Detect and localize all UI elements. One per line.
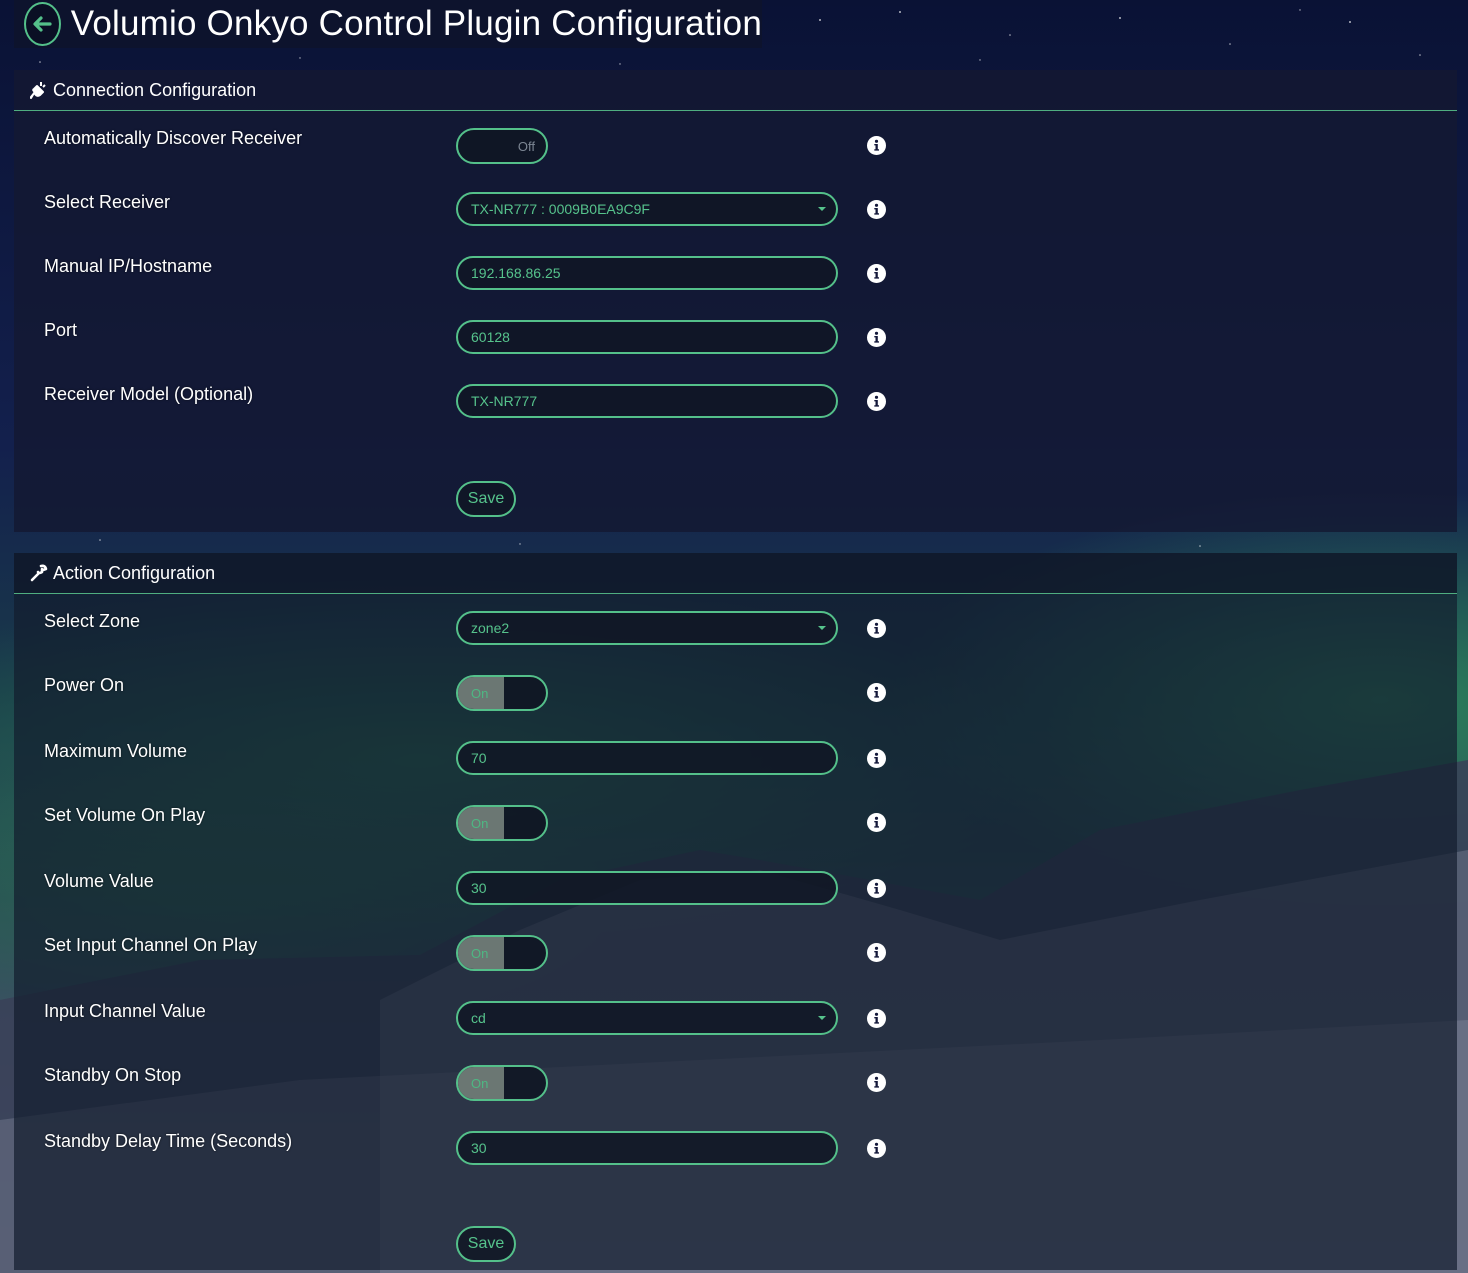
info-icon[interactable]	[867, 813, 886, 832]
set-input-row: Set Input Channel On Play On	[14, 935, 1457, 975]
input-value-dropdown[interactable]: cd	[456, 1001, 838, 1035]
action-config-panel: Action Configuration Select Zone zone2 P…	[14, 553, 1457, 1270]
volume-value-row: Volume Value 30	[14, 871, 1457, 911]
port-row: Port 60128	[14, 320, 1457, 360]
info-icon[interactable]	[867, 943, 886, 962]
max-volume-label: Maximum Volume	[44, 741, 188, 761]
connection-save-button[interactable]: Save	[456, 481, 516, 517]
power-on-label: Power On	[44, 675, 125, 695]
max-volume-row: Maximum Volume 70	[14, 741, 1457, 781]
info-icon[interactable]	[867, 749, 886, 768]
auto-discover-row: Automatically Discover Receiver Off	[14, 128, 1457, 168]
manual-ip-label: Manual IP/Hostname	[44, 256, 213, 276]
toggle-off-text: Off	[517, 138, 535, 154]
receiver-model-label: Receiver Model (Optional)	[44, 384, 254, 404]
action-config-title: Action Configuration	[53, 562, 216, 583]
info-icon[interactable]	[867, 136, 886, 155]
max-volume-input[interactable]: 70	[456, 741, 838, 775]
auto-discover-toggle[interactable]: Off	[456, 128, 548, 164]
toggle-on-text: On	[458, 937, 504, 969]
action-save-button[interactable]: Save	[456, 1226, 516, 1262]
select-zone-dropdown[interactable]: zone2	[456, 611, 838, 645]
manual-ip-input[interactable]: 192.168.86.25	[456, 256, 838, 290]
connection-config-title: Connection Configuration	[53, 79, 257, 100]
set-volume-toggle[interactable]: On	[456, 805, 548, 841]
set-input-label: Set Input Channel On Play	[44, 935, 258, 955]
page-title: Volumio Onkyo Control Plugin Configurati…	[70, 4, 762, 43]
toggle-on-text: On	[458, 1067, 504, 1099]
set-input-toggle[interactable]: On	[456, 935, 548, 971]
info-icon[interactable]	[867, 200, 886, 219]
standby-delay-label: Standby Delay Time (Seconds)	[44, 1131, 293, 1151]
info-icon[interactable]	[867, 619, 886, 638]
info-icon[interactable]	[867, 879, 886, 898]
manual-ip-row: Manual IP/Hostname 192.168.86.25	[14, 256, 1457, 296]
input-value-value: cd	[471, 1010, 486, 1026]
volume-value-input[interactable]: 30	[456, 871, 838, 905]
caret-down-icon	[818, 1016, 826, 1020]
arrow-left-icon	[33, 16, 52, 32]
select-receiver-row: Select Receiver TX-NR777 : 0009B0EA9C9F	[14, 192, 1457, 232]
select-zone-value: zone2	[471, 620, 510, 636]
action-config-heading[interactable]: Action Configuration	[14, 553, 1457, 594]
standby-stop-toggle[interactable]: On	[456, 1065, 548, 1101]
select-zone-row: Select Zone zone2	[14, 611, 1457, 651]
select-receiver-dropdown[interactable]: TX-NR777 : 0009B0EA9C9F	[456, 192, 838, 226]
toggle-on-text: On	[458, 807, 504, 839]
wrench-icon	[30, 564, 48, 582]
connection-config-heading[interactable]: Connection Configuration	[14, 70, 1457, 111]
power-on-row: Power On On	[14, 675, 1457, 715]
page-header: Volumio Onkyo Control Plugin Configurati…	[14, 0, 762, 48]
back-button[interactable]	[24, 2, 61, 46]
volume-value-label: Volume Value	[44, 871, 154, 891]
toggle-on-text: On	[458, 677, 504, 709]
select-receiver-value: TX-NR777 : 0009B0EA9C9F	[471, 201, 650, 217]
standby-delay-input[interactable]: 30	[456, 1131, 838, 1165]
standby-stop-label: Standby On Stop	[44, 1065, 182, 1085]
standby-stop-row: Standby On Stop On	[14, 1065, 1457, 1105]
caret-down-icon	[818, 626, 826, 630]
info-icon[interactable]	[867, 1073, 886, 1092]
info-icon[interactable]	[867, 328, 886, 347]
receiver-model-input[interactable]: TX-NR777	[456, 384, 838, 418]
input-value-row: Input Channel Value cd	[14, 1001, 1457, 1041]
connection-config-panel: Connection Configuration Automatically D…	[14, 70, 1457, 532]
auto-discover-label: Automatically Discover Receiver	[44, 128, 303, 148]
caret-down-icon	[818, 207, 826, 211]
set-volume-label: Set Volume On Play	[44, 805, 206, 825]
info-icon[interactable]	[867, 683, 886, 702]
standby-delay-row: Standby Delay Time (Seconds) 30	[14, 1131, 1457, 1171]
info-icon[interactable]	[867, 1139, 886, 1158]
plug-icon	[30, 82, 46, 99]
receiver-model-row: Receiver Model (Optional) TX-NR777	[14, 384, 1457, 424]
select-zone-label: Select Zone	[44, 611, 141, 631]
info-icon[interactable]	[867, 1009, 886, 1028]
set-volume-row: Set Volume On Play On	[14, 805, 1457, 845]
port-label: Port	[44, 320, 78, 340]
info-icon[interactable]	[867, 392, 886, 411]
power-on-toggle[interactable]: On	[456, 675, 548, 711]
port-input[interactable]: 60128	[456, 320, 838, 354]
info-icon[interactable]	[867, 264, 886, 283]
select-receiver-label: Select Receiver	[44, 192, 171, 212]
input-value-label: Input Channel Value	[44, 1001, 206, 1021]
